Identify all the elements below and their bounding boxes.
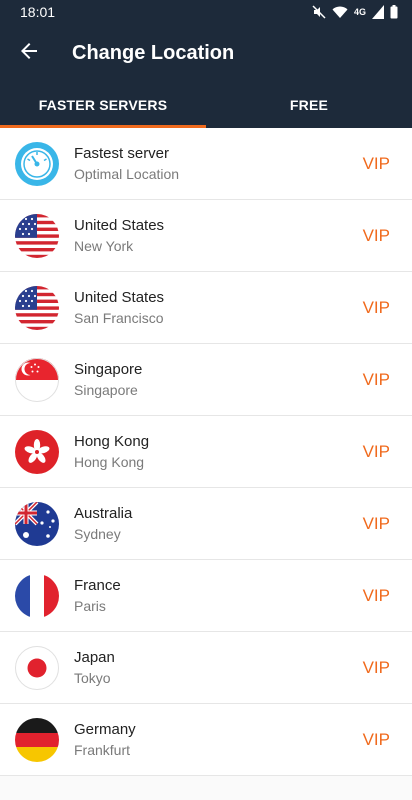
server-name: United States — [74, 216, 165, 234]
status-time: 18:01 — [20, 4, 56, 20]
vip-badge: VIP — [362, 225, 390, 245]
server-name: Australia — [74, 504, 133, 522]
server-name: United States — [74, 288, 165, 306]
signal-icon — [372, 5, 384, 19]
tab-bar: FASTER SERVERS FREE — [0, 82, 412, 128]
server-name: Hong Kong — [74, 432, 150, 450]
back-button[interactable] — [0, 24, 58, 82]
server-item-australia[interactable]: Australia Sydney VIP — [0, 488, 412, 560]
server-name: Japan — [74, 648, 115, 666]
network-type-label: 4G — [353, 7, 366, 17]
tab-free[interactable]: FREE — [206, 82, 412, 128]
server-location: Hong Kong — [74, 453, 145, 470]
page-title: Change Location — [72, 41, 235, 64]
server-item-hong-kong[interactable]: Hong Kong Hong Kong VIP — [0, 416, 412, 488]
wifi-icon — [332, 5, 348, 19]
server-location: Sydney — [74, 525, 121, 542]
japan-flag-icon — [15, 645, 59, 690]
server-item-france[interactable]: France Paris VIP — [0, 560, 412, 632]
australia-flag-icon — [15, 501, 59, 546]
status-icons: 4G — [312, 5, 398, 19]
server-list: Fastest server Optimal Location VIP Unit… — [0, 128, 412, 776]
vip-badge: VIP — [362, 729, 390, 749]
battery-icon — [390, 5, 398, 19]
server-name: Singapore — [74, 360, 143, 378]
vip-badge: VIP — [362, 513, 390, 533]
germany-flag-icon — [15, 717, 59, 762]
france-flag-icon — [15, 573, 59, 618]
server-item-us-new-york[interactable]: United States New York VIP — [0, 200, 412, 272]
server-location: New York — [74, 237, 134, 254]
status-bar: 18:01 4G — [0, 0, 412, 24]
singapore-flag-icon — [15, 357, 59, 402]
server-name: Germany — [74, 720, 136, 738]
us-flag-icon — [15, 285, 59, 330]
app-bar: Change Location — [0, 24, 412, 82]
server-item-fastest[interactable]: Fastest server Optimal Location VIP — [0, 128, 412, 200]
arrow-left-icon — [19, 41, 39, 66]
vip-badge: VIP — [362, 657, 390, 677]
server-location: Paris — [74, 597, 106, 614]
server-item-us-san-francisco[interactable]: United States San Francisco VIP — [0, 272, 412, 344]
vip-badge: VIP — [362, 297, 390, 317]
server-location: Optimal Location — [74, 165, 180, 182]
server-location: Tokyo — [74, 669, 111, 686]
vip-badge: VIP — [362, 369, 390, 389]
hong-kong-flag-icon — [15, 429, 59, 474]
speedometer-icon — [15, 141, 59, 186]
server-location: San Francisco — [74, 309, 164, 326]
vip-badge: VIP — [362, 153, 390, 173]
tab-faster-servers[interactable]: FASTER SERVERS — [0, 82, 206, 128]
mute-icon — [312, 5, 326, 19]
vip-badge: VIP — [362, 441, 390, 461]
us-flag-icon — [15, 213, 59, 258]
vip-badge: VIP — [362, 585, 390, 605]
list-bottom-spacer — [0, 776, 412, 800]
server-location: Singapore — [74, 381, 138, 398]
server-name: France — [74, 576, 121, 594]
server-location: Frankfurt — [74, 741, 131, 758]
server-item-singapore[interactable]: Singapore Singapore VIP — [0, 344, 412, 416]
server-name: Fastest server — [74, 144, 170, 162]
server-item-japan[interactable]: Japan Tokyo VIP — [0, 632, 412, 704]
server-item-germany[interactable]: Germany Frankfurt VIP — [0, 704, 412, 776]
